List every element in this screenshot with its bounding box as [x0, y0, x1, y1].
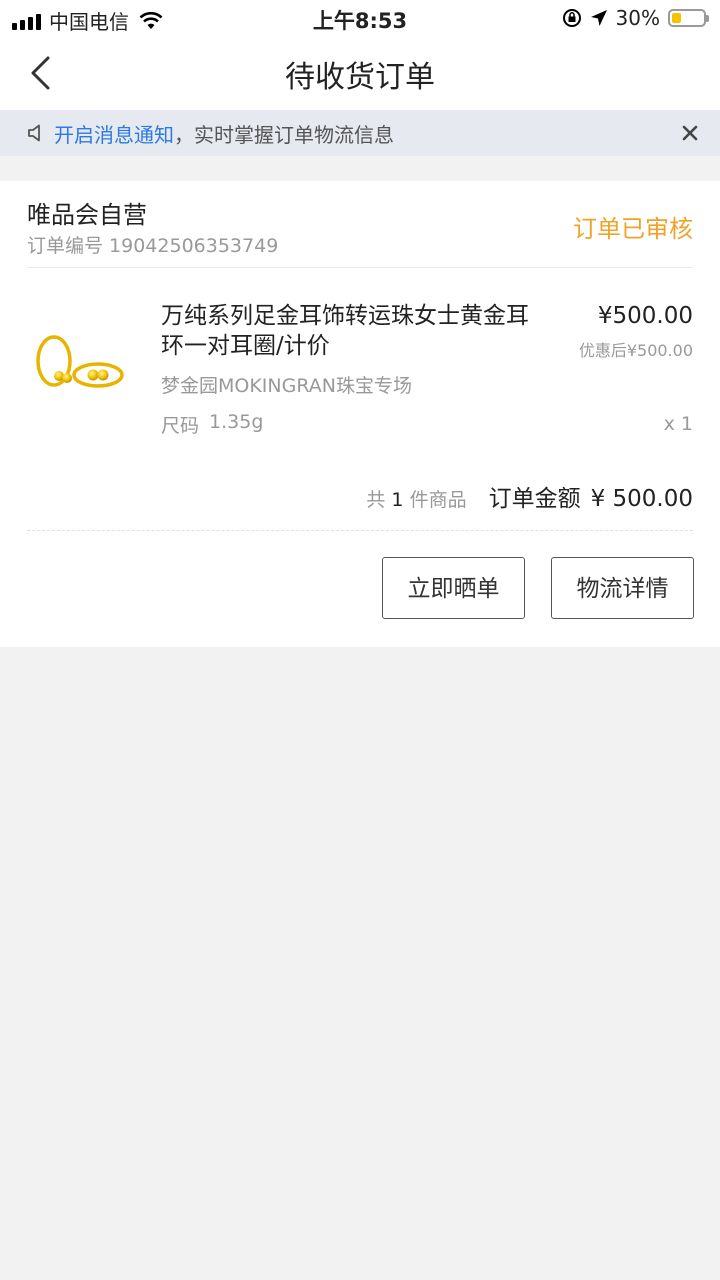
- product-thumbnail[interactable]: [30, 329, 130, 409]
- nav-bar: 待收货订单: [0, 36, 720, 110]
- product-size: 尺码 1.35g: [161, 411, 263, 438]
- size-value: 1.35g: [209, 411, 264, 433]
- order-status: 订单已审核: [573, 215, 693, 243]
- product-brand: 梦金园MOKINGRAN珠宝专场: [161, 375, 412, 397]
- divider: [27, 267, 693, 268]
- enable-notification-link[interactable]: 开启消息通知: [54, 119, 174, 148]
- total-amount: ¥ 500.00: [590, 486, 693, 512]
- count-value: 1: [391, 489, 404, 511]
- total-label: 订单金额: [488, 486, 581, 512]
- battery-level: [672, 13, 681, 23]
- close-icon[interactable]: [678, 121, 702, 145]
- product-quantity: x 1: [663, 413, 693, 435]
- share-review-button[interactable]: 立即晒单: [382, 557, 525, 619]
- orientation-lock-icon: [562, 9, 581, 27]
- battery-icon: [668, 9, 709, 27]
- location-icon: [590, 10, 607, 26]
- item-count: 共 1 件商品: [366, 485, 466, 512]
- status-bar: 中国电信 上午8:53 30%: [0, 0, 720, 36]
- count-prefix: 共: [366, 489, 386, 511]
- notice-text: ，实时掌握订单物流信息: [174, 122, 394, 147]
- store-name: 唯品会自营: [27, 201, 147, 229]
- product-price: ¥500.00: [597, 303, 693, 329]
- status-right: 30%: [562, 6, 709, 30]
- notification-banner: 开启消息通知 ，实时掌握订单物流信息: [0, 110, 720, 156]
- size-label: 尺码: [161, 415, 200, 437]
- order-card[interactable]: 唯品会自营 订单编号 19042506353749 订单已审核 万纯系列足金耳饰…: [0, 181, 720, 647]
- dashed-divider: [27, 530, 693, 531]
- product-promo-price: 优惠后¥500.00: [578, 341, 693, 360]
- logistics-details-button[interactable]: 物流详情: [551, 557, 694, 619]
- speaker-icon: [28, 124, 40, 142]
- order-number: 订单编号 19042506353749: [27, 235, 279, 257]
- order-summary: 共 1 件商品 订单金额 ¥ 500.00: [366, 479, 693, 513]
- count-suffix: 件商品: [409, 489, 467, 511]
- page-title: 待收货订单: [285, 60, 435, 95]
- product-title[interactable]: 万纯系列足金耳饰转运珠女士黄金耳环一对耳圈/计价: [161, 301, 551, 361]
- battery-percent: 30%: [615, 6, 660, 30]
